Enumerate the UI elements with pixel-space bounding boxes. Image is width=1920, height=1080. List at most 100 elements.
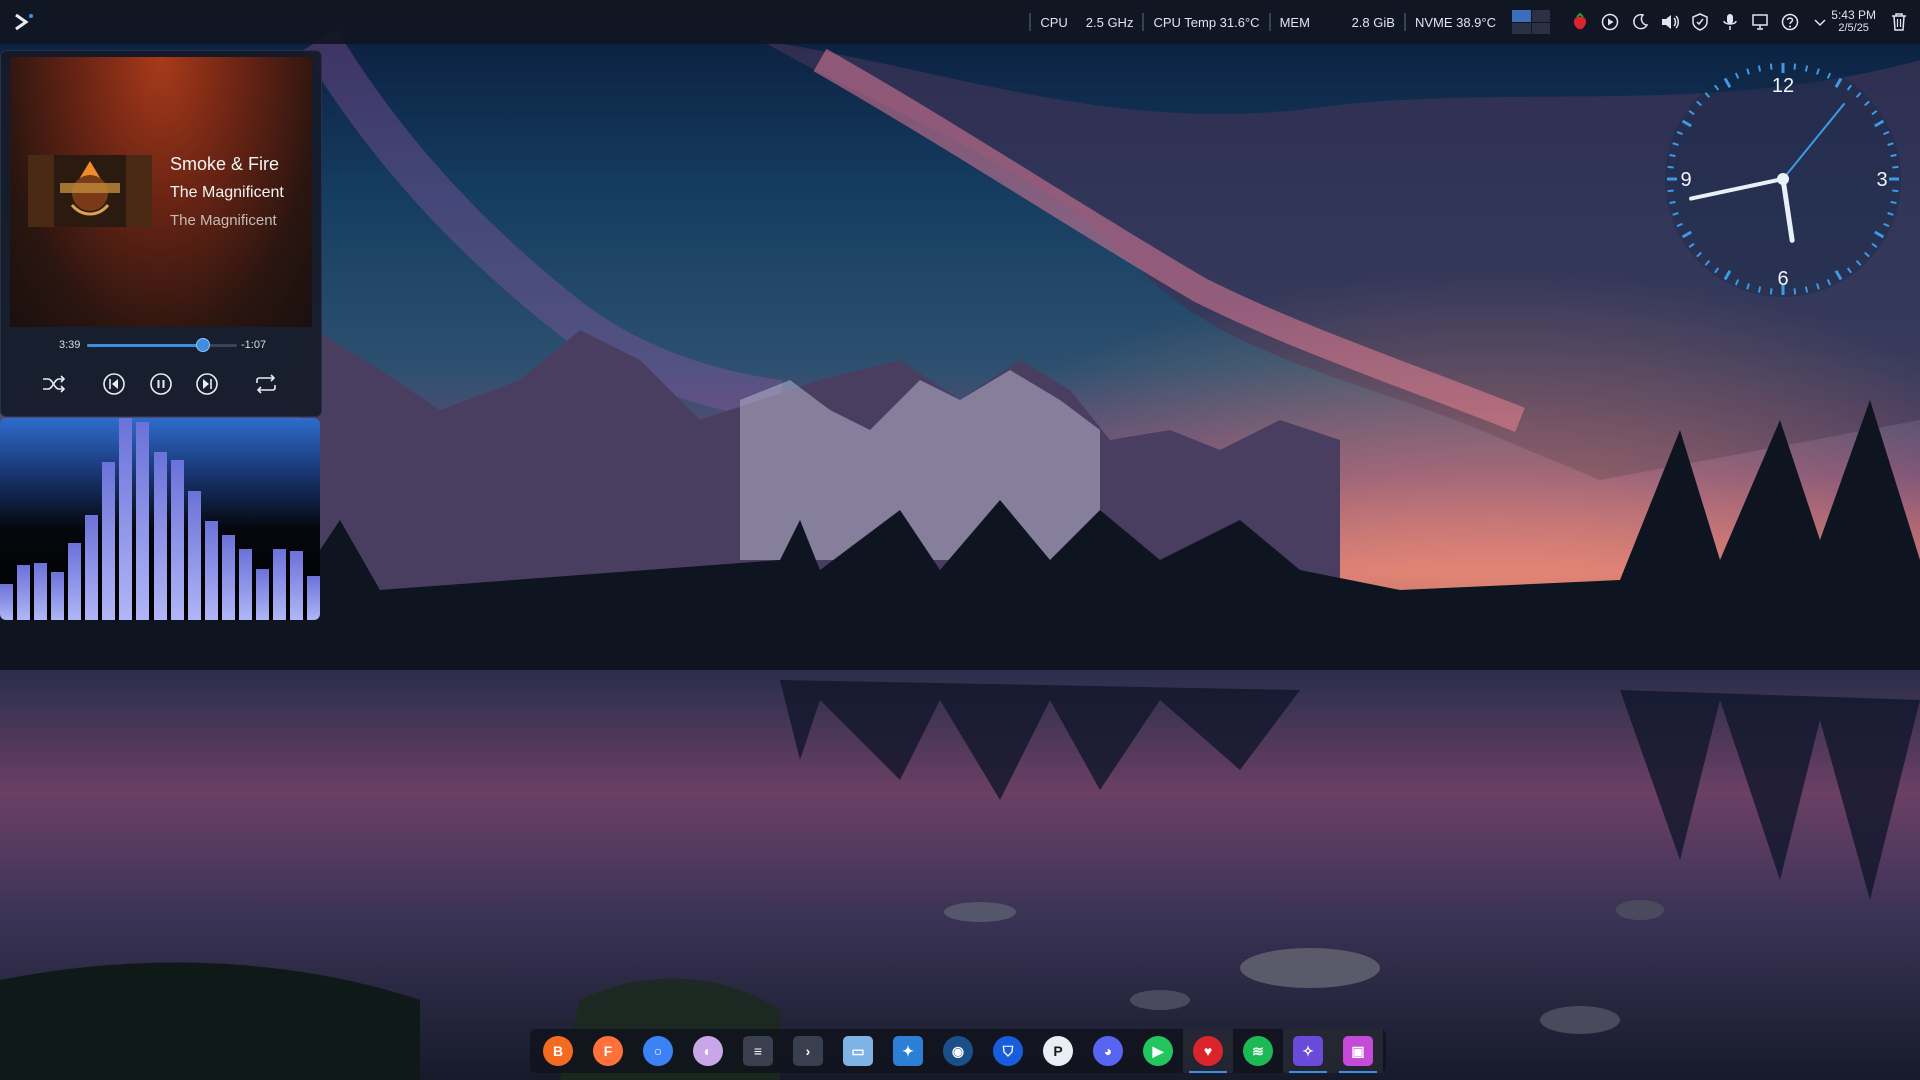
visualizer-bar <box>68 543 82 620</box>
dock-app-play[interactable]: ▶ <box>1133 1029 1183 1073</box>
media-play-icon[interactable] <box>1600 12 1620 32</box>
visualizer-bar <box>136 422 150 620</box>
volume-icon[interactable] <box>1660 12 1680 32</box>
microphone-icon[interactable] <box>1720 12 1740 32</box>
visualizer-bar <box>272 549 286 620</box>
vpn-icon[interactable] <box>1690 12 1710 32</box>
brave-icon: B <box>543 1036 573 1066</box>
display-icon[interactable] <box>1750 12 1770 32</box>
clock-tick <box>1793 288 1797 295</box>
memory-used: 2.8 GiB <box>1351 14 1395 30</box>
strawberry-icon: ♥ <box>1193 1036 1223 1066</box>
clock-tick <box>1669 200 1676 205</box>
visualizer-bar <box>34 563 48 620</box>
clock-numeral-6: 6 <box>1777 268 1788 290</box>
visualizer-bar <box>0 584 13 620</box>
visualizer-bar <box>170 460 184 620</box>
dock-app-terminal[interactable]: › <box>783 1029 833 1073</box>
clock-tick <box>1669 153 1676 158</box>
audio-visualizer <box>0 418 320 620</box>
clock-tick <box>1667 189 1674 193</box>
track-title: Smoke & Fire <box>170 154 280 174</box>
track-album: The Magnificent <box>170 212 277 229</box>
visualizer-bar <box>204 521 218 620</box>
visualizer-bar <box>102 462 116 620</box>
virtual-desktop-pager[interactable] <box>1512 10 1550 34</box>
clock-tick <box>1892 165 1899 169</box>
clock-tick <box>1757 286 1762 293</box>
dock-app-steam[interactable]: ◉ <box>933 1029 983 1073</box>
clock-tick <box>1804 286 1809 293</box>
system-tray <box>1512 0 1830 44</box>
dock-app-firefox[interactable]: F <box>583 1029 633 1073</box>
dock-app-spotify[interactable]: ≋ <box>1233 1029 1283 1073</box>
seek-slider-handle[interactable] <box>195 338 210 352</box>
terminal-icon: › <box>793 1036 823 1066</box>
app-store-icon: ✦ <box>893 1036 923 1066</box>
trash-icon[interactable] <box>1890 12 1908 32</box>
previous-button[interactable] <box>101 371 127 397</box>
dock-app-brave[interactable]: B <box>533 1029 583 1073</box>
visualizer-bar <box>187 491 201 620</box>
space-icon: ✧ <box>1293 1036 1323 1066</box>
clock-tick <box>1757 65 1762 72</box>
night-mode-icon[interactable] <box>1630 12 1650 32</box>
visualizer-bar <box>221 535 235 620</box>
shuffle-button[interactable] <box>41 371 67 397</box>
memory-label: MEM <box>1268 13 1343 31</box>
clock-date: 2/5/25 <box>1838 22 1869 34</box>
repeat-button[interactable] <box>253 371 279 397</box>
help-icon[interactable] <box>1780 12 1800 32</box>
clock-tick <box>1804 65 1809 72</box>
visualizer-bar <box>307 576 320 620</box>
dock-app-files[interactable]: ▭ <box>833 1029 883 1073</box>
clock-tick <box>1890 153 1897 158</box>
visualizer-bar <box>51 572 65 620</box>
app-launcher-icon[interactable] <box>12 11 36 33</box>
dock-app-space[interactable]: ✧ <box>1283 1029 1333 1073</box>
media-player-widget: Smoke & Fire The Magnificent The Magnifi… <box>0 50 322 417</box>
dock-app-gpt[interactable]: ◐ <box>683 1029 733 1073</box>
taskbar-dock: B F ○ ◐ ≡ › ▭ ✦ ◉ ⛉ P ◕ ▶ ♥ ≋ ✧ ▣ <box>530 1029 1386 1073</box>
clock-numeral-9: 9 <box>1680 169 1691 191</box>
clock-tick <box>1892 189 1899 193</box>
visualizer-bar <box>153 452 167 620</box>
elapsed-time: 3:39 <box>59 339 81 351</box>
track-artist: The Magnificent <box>170 184 284 201</box>
dock-app-screenshot[interactable]: ▣ <box>1333 1029 1383 1073</box>
dock-app-strawberry[interactable]: ♥ <box>1183 1029 1233 1073</box>
strawberry-icon[interactable] <box>1570 12 1590 32</box>
clock-time: 5:43 PM <box>1831 8 1876 22</box>
visualizer-bar <box>289 551 303 620</box>
chevron-down-icon[interactable] <box>1810 12 1830 32</box>
system-monitor: CPU 2.5 GHz CPU Temp 31.6°C MEM 2.8 GiB … <box>1029 0 1505 44</box>
seek-slider[interactable] <box>87 338 237 352</box>
remaining-time: -1:07 <box>241 339 267 351</box>
next-button[interactable] <box>194 371 220 397</box>
cpu-label: CPU <box>1029 13 1076 31</box>
clock-numeral-3: 3 <box>1876 169 1887 191</box>
dock-app-bitwarden[interactable]: ⛉ <box>983 1029 1033 1073</box>
panel-clock[interactable]: 5:43 PM 2/5/25 <box>1831 9 1876 35</box>
dock-app-settings[interactable]: ≡ <box>733 1029 783 1073</box>
visualizer-bar <box>119 418 133 620</box>
top-panel: CPU 2.5 GHz CPU Temp 31.6°C MEM 2.8 GiB … <box>0 0 1920 44</box>
steam-icon: ◉ <box>943 1036 973 1066</box>
dock-app-flatpak[interactable]: ✦ <box>883 1029 933 1073</box>
dock-app-chromium[interactable]: ○ <box>633 1029 683 1073</box>
ai-app-icon: ◐ <box>693 1036 723 1066</box>
folder-icon: ▭ <box>843 1036 873 1066</box>
seek-slider-fill <box>87 344 203 347</box>
visualizer-bar <box>17 565 31 620</box>
pause-button[interactable] <box>148 371 174 397</box>
spotify-icon: ≋ <box>1243 1036 1273 1066</box>
dock-app-discord[interactable]: ◕ <box>1083 1029 1133 1073</box>
play-store-icon: ▶ <box>1143 1036 1173 1066</box>
clock-tick <box>1769 63 1773 70</box>
discord-icon: ◕ <box>1093 1036 1123 1066</box>
cpu-frequency: 2.5 GHz <box>1085 14 1134 30</box>
visualizer-bar <box>85 515 99 620</box>
dock-app-pupgui[interactable]: P <box>1033 1029 1083 1073</box>
album-cover <box>28 155 152 227</box>
analog-clock-widget: 12 3 6 9 <box>1660 56 1906 302</box>
